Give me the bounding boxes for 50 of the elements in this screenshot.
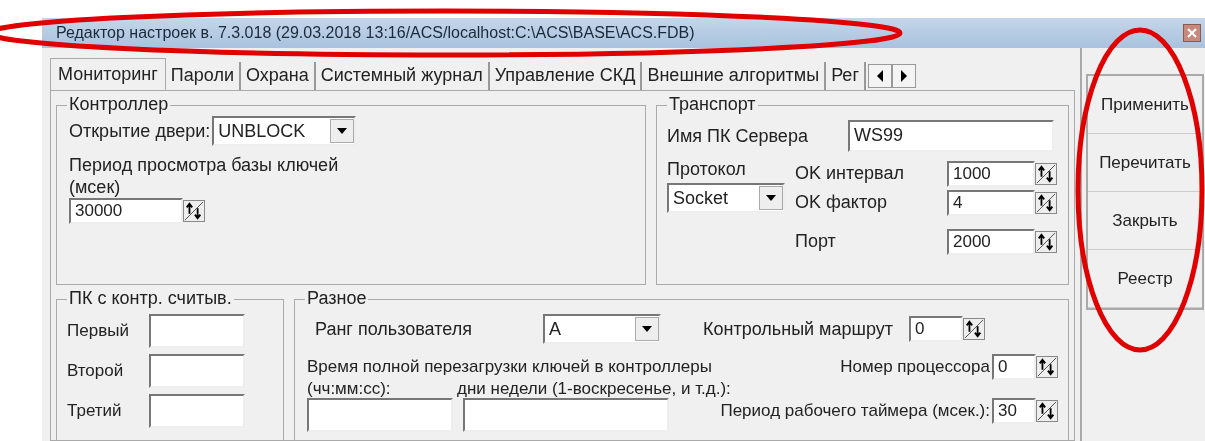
spin-arrows-icon[interactable] <box>1036 356 1058 378</box>
field-label: Первый <box>67 320 130 343</box>
number-field[interactable]: 30 <box>992 398 1036 424</box>
field-label: Контрольный маршрут <box>703 317 893 341</box>
spin-arrows-icon[interactable] <box>183 200 205 222</box>
spin-arrows-icon[interactable] <box>1035 230 1057 253</box>
number-field[interactable]: 1000 <box>947 160 1035 187</box>
number-field[interactable]: 0 <box>909 316 963 342</box>
scroll-right-button[interactable] <box>891 64 916 88</box>
group-title: Транспорт <box>667 94 758 114</box>
input-field[interactable] <box>149 314 245 348</box>
field-label: Третий <box>67 400 123 423</box>
field-label: (чч:мм:сс): <box>307 380 392 398</box>
tab[interactable]: Мониторинг <box>50 58 166 90</box>
spin-arrows-icon[interactable] <box>1035 191 1057 214</box>
field-label: дни недели (1-воскресенье, и т.д.): <box>457 380 731 398</box>
scroll-left-button[interactable] <box>867 64 892 88</box>
number-field[interactable]: 4 <box>947 189 1035 216</box>
field-label: Имя ПК Сервера <box>667 124 808 148</box>
triangle-right-icon <box>899 70 908 82</box>
input-field[interactable] <box>463 398 669 432</box>
field-label: OK интервал <box>795 162 904 185</box>
field-label: Период просмотра базы ключей (мсек) <box>69 154 340 198</box>
field-label: OK фактор <box>795 191 887 214</box>
spin-arrows-icon[interactable] <box>1035 162 1057 185</box>
dropdown[interactable]: A <box>543 314 661 344</box>
spin-arrows-icon[interactable] <box>963 318 985 340</box>
field-label: Номер процессора <box>840 356 990 379</box>
triangle-left-icon <box>875 70 884 82</box>
dropdown[interactable]: UNBLOCK <box>212 116 357 146</box>
field-label: Период рабочего таймера (мсек.): <box>720 400 990 423</box>
field-label: Второй <box>67 360 125 383</box>
field-label: Протокол <box>667 158 747 181</box>
close-icon[interactable] <box>1183 24 1201 42</box>
window-title: Редактор настроек в. 7.3.018 (29.03.2018 13:16/ACS/localhost:C:\ACS\BASE\ACS.FDB) <box>56 25 695 41</box>
spin-arrows-icon[interactable] <box>1036 400 1058 422</box>
field-label: Время полной перезагрузки ключей в контроллеры <box>307 356 712 379</box>
input-field[interactable] <box>149 394 245 428</box>
input-field[interactable]: WS99 <box>848 120 1054 152</box>
input-field[interactable] <box>149 354 245 388</box>
field-label: Ранг пользователя <box>314 317 473 341</box>
field-label: Открытие двери: <box>69 119 211 143</box>
group-title: Контроллер <box>67 94 171 114</box>
input-field[interactable] <box>307 398 453 432</box>
number-field[interactable]: 30000 <box>69 198 183 224</box>
dropdown[interactable]: Socket <box>667 183 785 213</box>
number-field[interactable]: 0 <box>992 354 1036 380</box>
field-label: Порт <box>795 230 836 253</box>
number-field[interactable]: 2000 <box>947 228 1035 255</box>
group-title: ПК с контр. считыв. <box>67 288 234 308</box>
